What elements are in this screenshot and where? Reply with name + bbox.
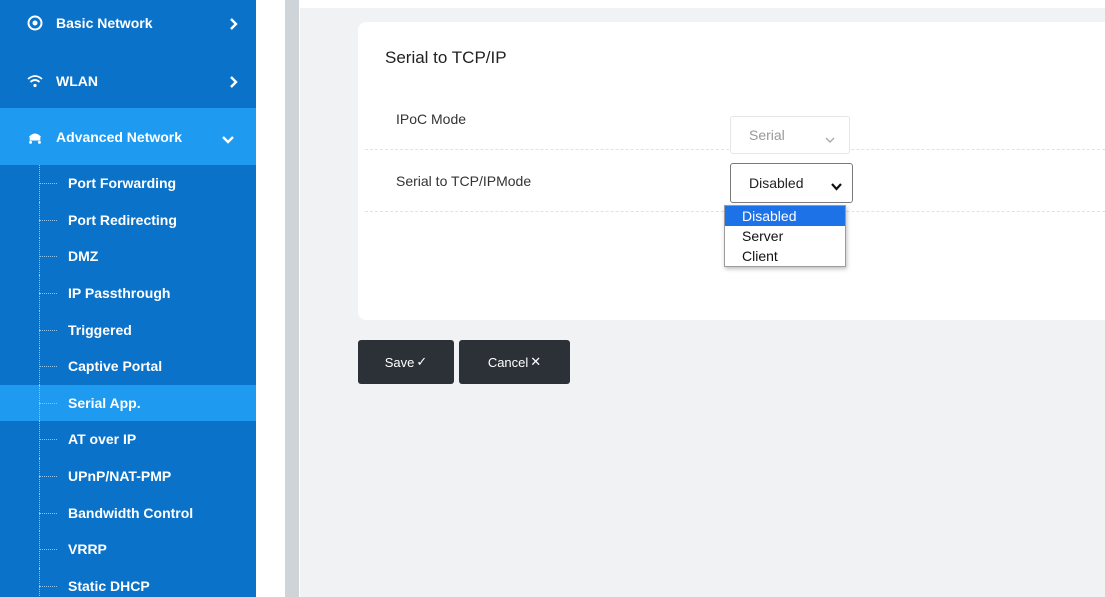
check-icon: ✓ (416, 354, 428, 369)
option-client[interactable]: Client (725, 246, 845, 266)
sidebar-divider (256, 0, 299, 597)
chevron-down-icon (831, 178, 842, 194)
sidebar-item-serial-app[interactable]: Serial App. (0, 384, 256, 422)
cancel-label: Cancel (487, 354, 529, 370)
sidebar-item-label: WLAN (56, 73, 98, 89)
chevron-right-icon (230, 17, 240, 30)
cancel-button[interactable]: Cancel ✕ (459, 340, 570, 384)
tcp-mode-label: Serial to TCP/IPMode (396, 172, 532, 189)
close-icon: ✕ (530, 354, 542, 369)
tcp-mode-value: Disabled (749, 175, 804, 191)
tcp-mode-select[interactable]: Disabled (730, 163, 853, 203)
card-title: Serial to TCP/IP (385, 48, 507, 67)
sidebar-item-label: IP Passthrough (68, 285, 171, 302)
sidebar-scrollbar[interactable] (285, 0, 299, 597)
tcp-mode-row: Serial to TCP/IPMode Disabled (365, 150, 1105, 212)
ipoc-mode-value: Serial (749, 127, 785, 143)
save-button[interactable]: Save ✓ (358, 340, 454, 384)
sidebar-item-at-over-ip[interactable]: AT over IP (0, 421, 256, 458)
sidebar-item-static-dhcp[interactable]: Static DHCP (0, 567, 256, 597)
chevron-down-icon (222, 131, 234, 144)
wifi-icon (27, 73, 43, 89)
sidebar-item-triggered[interactable]: Triggered (0, 311, 256, 348)
sidebar-item-label: UPnP/NAT-PMP (68, 468, 172, 485)
sidebar-item-upnp-nat-pmp[interactable]: UPnP/NAT-PMP (0, 457, 256, 495)
sidebar-item-advanced-network[interactable]: Advanced Network (0, 108, 256, 165)
sidebar-item-label: DMZ (68, 248, 99, 265)
sidebar-item-label: Port Forwarding (68, 175, 177, 192)
sidebar: Basic Network WLAN Advanced Network Port… (0, 0, 256, 597)
sidebar-item-label: Port Redirecting (68, 211, 177, 228)
sidebar-item-label: AT over IP (68, 431, 137, 448)
option-server[interactable]: Server (725, 226, 845, 246)
sidebar-item-captive-portal[interactable]: Captive Portal (0, 347, 256, 385)
ipoc-mode-label: IPoC Mode (396, 110, 467, 127)
chevron-down-icon (825, 131, 835, 147)
save-label: Save (384, 354, 415, 370)
ipoc-mode-select[interactable]: Serial (730, 116, 850, 154)
chevron-right-icon (230, 75, 240, 88)
sidebar-item-basic-network[interactable]: Basic Network (0, 0, 256, 46)
sidebar-item-ip-passthrough[interactable]: IP Passthrough (0, 274, 256, 312)
sidebar-item-label: Advanced Network (56, 128, 183, 145)
sidebar-item-port-forwarding[interactable]: Port Forwarding (0, 165, 256, 202)
sidebar-item-label: Captive Portal (68, 358, 163, 375)
sidebar-item-label: Basic Network (56, 15, 153, 31)
network-hub-icon (27, 129, 43, 145)
top-strip (300, 0, 1105, 8)
sidebar-item-label: VRRP (68, 541, 107, 558)
sidebar-item-label: Bandwidth Control (68, 504, 194, 521)
globe-icon (27, 15, 43, 31)
sidebar-item-label: Static DHCP (68, 577, 150, 594)
sidebar-item-port-redirecting[interactable]: Port Redirecting (0, 201, 256, 239)
advanced-network-submenu: Port Forwarding Port Redirecting DMZ IP … (0, 165, 256, 597)
tcp-mode-dropdown: Disabled Server Client (724, 205, 846, 267)
sidebar-item-dmz[interactable]: DMZ (0, 238, 256, 275)
main-content: Serial to TCP/IP IPoC Mode Serial Serial… (300, 0, 1105, 597)
sidebar-item-wlan[interactable]: WLAN (0, 58, 256, 104)
sidebar-item-vrrp[interactable]: VRRP (0, 530, 256, 568)
option-disabled[interactable]: Disabled (725, 206, 845, 226)
ipoc-mode-row: IPoC Mode Serial (365, 88, 1105, 154)
sidebar-item-label: Triggered (68, 321, 132, 338)
settings-card: Serial to TCP/IP IPoC Mode Serial Serial… (358, 22, 1105, 320)
sidebar-item-label: Serial App. (68, 394, 141, 411)
sidebar-item-bandwidth-control[interactable]: Bandwidth Control (0, 494, 256, 531)
